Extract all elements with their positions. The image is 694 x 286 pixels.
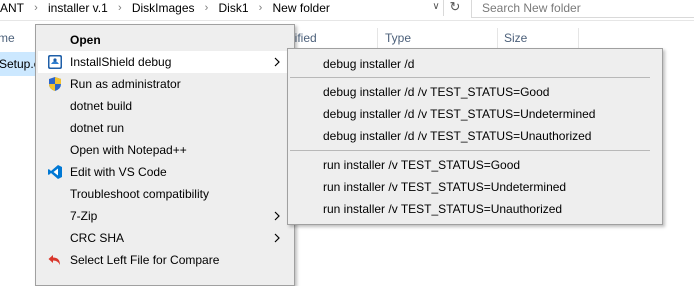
- menu-item-label: run installer /v TEST_STATUS=Good: [323, 158, 521, 172]
- menu-item-label: Run as administrator: [70, 77, 181, 91]
- uac-shield-icon: [47, 76, 63, 92]
- menu-item-troubleshoot-compatibility[interactable]: Troubleshoot compatibility: [38, 183, 292, 205]
- breadcrumb-item-current[interactable]: New folder: [268, 1, 335, 15]
- file-row-selected[interactable]: Setup.e: [0, 52, 40, 76]
- menu-item-open-with-notepad[interactable]: Open with Notepad++: [38, 139, 292, 161]
- menu-item-label: Open with Notepad++: [70, 143, 187, 157]
- menu-item-label: debug installer /d /v TEST_STATUS=Undete…: [323, 107, 596, 121]
- column-divider[interactable]: [377, 28, 378, 48]
- menu-item-label: Edit with VS Code: [70, 165, 167, 179]
- chevron-right-icon[interactable]: ›: [254, 2, 268, 14]
- column-header-size[interactable]: Size: [504, 28, 527, 48]
- column-divider[interactable]: [497, 28, 498, 48]
- breadcrumb: ANT › installer v.1 › DiskImages › Disk1…: [0, 0, 335, 16]
- menu-separator: [290, 77, 650, 78]
- menu-item-label: dotnet build: [70, 99, 133, 113]
- submenu-item-run-unauthorized[interactable]: run installer /v TEST_STATUS=Unauthorize…: [290, 198, 660, 220]
- column-header-name[interactable]: me: [0, 28, 15, 48]
- menu-item-label: Open: [70, 33, 101, 47]
- breadcrumb-item[interactable]: Disk1: [214, 1, 254, 15]
- address-bar: ANT › installer v.1 › DiskImages › Disk1…: [0, 0, 694, 21]
- compare-icon: [47, 252, 63, 268]
- column-header-type[interactable]: Type: [385, 28, 411, 48]
- menu-item-run-as-administrator[interactable]: Run as administrator: [38, 73, 292, 95]
- chevron-right-icon[interactable]: ›: [29, 2, 43, 14]
- menu-item-open[interactable]: Open: [38, 29, 292, 51]
- menu-item-crc-sha[interactable]: CRC SHA: [38, 227, 292, 249]
- refresh-icon[interactable]: ↻: [443, 0, 466, 16]
- menu-item-label: Troubleshoot compatibility: [70, 187, 209, 201]
- menu-item-7zip[interactable]: 7-Zip: [38, 205, 292, 227]
- chevron-right-icon: [272, 208, 282, 224]
- submenu-item-debug[interactable]: debug installer /d: [290, 53, 660, 75]
- menu-item-label: debug installer /d /v TEST_STATUS=Good: [323, 85, 550, 99]
- breadcrumb-item[interactable]: DiskImages: [127, 1, 200, 15]
- installshield-icon: [47, 54, 63, 70]
- column-divider[interactable]: [578, 28, 579, 48]
- menu-item-label: run installer /v TEST_STATUS=Undetermine…: [323, 180, 567, 194]
- menu-item-label: CRC SHA: [70, 231, 125, 245]
- menu-item-label: Select Left File for Compare: [70, 253, 220, 267]
- menu-item-dotnet-run[interactable]: dotnet run: [38, 117, 292, 139]
- menu-item-label: run installer /v TEST_STATUS=Unauthorize…: [323, 202, 563, 216]
- submenu-item-run-undetermined[interactable]: run installer /v TEST_STATUS=Undetermine…: [290, 176, 660, 198]
- installshield-debug-submenu: debug installer /d debug installer /d /v…: [287, 48, 663, 225]
- breadcrumb-item[interactable]: ANT: [0, 1, 29, 15]
- address-history-dropdown-icon[interactable]: ∨: [428, 0, 444, 16]
- menu-item-label: debug installer /d: [323, 57, 415, 71]
- submenu-item-debug-good[interactable]: debug installer /d /v TEST_STATUS=Good: [290, 81, 660, 103]
- menu-item-edit-with-vscode[interactable]: Edit with VS Code: [38, 161, 292, 183]
- breadcrumb-item[interactable]: installer v.1: [43, 1, 113, 15]
- menu-item-installshield-debug[interactable]: InstallShield debug: [38, 51, 292, 73]
- chevron-right-icon: [272, 54, 282, 70]
- menu-item-label: InstallShield debug: [70, 55, 172, 69]
- menu-item-label: dotnet run: [70, 121, 125, 135]
- search-input[interactable]: [472, 0, 682, 16]
- submenu-item-debug-unauthorized[interactable]: debug installer /d /v TEST_STATUS=Unauth…: [290, 125, 660, 147]
- context-menu: Open InstallShield debug Run as administ…: [35, 24, 295, 286]
- menu-item-select-left-file-for-compare[interactable]: Select Left File for Compare: [38, 249, 292, 271]
- menu-item-label: debug installer /d /v TEST_STATUS=Unauth…: [323, 129, 592, 143]
- search-box[interactable]: [471, 0, 694, 18]
- menu-separator: [290, 150, 650, 151]
- submenu-item-run-good[interactable]: run installer /v TEST_STATUS=Good: [290, 154, 660, 176]
- menu-item-dotnet-build[interactable]: dotnet build: [38, 95, 292, 117]
- submenu-item-debug-undetermined[interactable]: debug installer /d /v TEST_STATUS=Undete…: [290, 103, 660, 125]
- vscode-icon: [47, 164, 63, 180]
- menu-item-label: 7-Zip: [70, 209, 98, 223]
- chevron-right-icon[interactable]: ›: [113, 2, 127, 14]
- chevron-right-icon[interactable]: ›: [200, 2, 214, 14]
- chevron-right-icon: [272, 230, 282, 246]
